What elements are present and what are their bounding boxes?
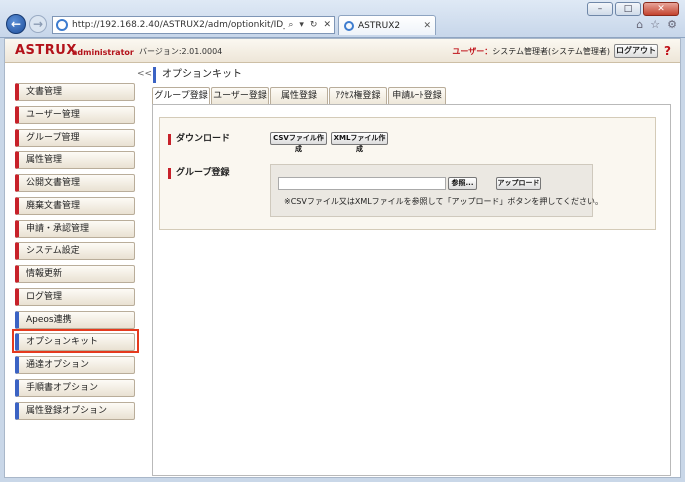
sidebar-item[interactable]: Apeos連携 [15,310,135,329]
collapse-sidebar-icon[interactable]: << [137,69,152,79]
sidebar-item[interactable]: 申請・承認管理 [15,219,135,238]
arrow-right-icon: → [32,17,44,31]
tab-user-register[interactable]: ユーザー登録 [211,87,269,105]
search-icon[interactable]: ⌕ [285,20,296,30]
logo-subtitle: administrator [72,48,134,57]
logo: ASTRUX [15,43,77,58]
sidebar-item[interactable]: 廃棄文書管理 [15,196,135,215]
tab-attribute-register[interactable]: 属性登録 [270,87,328,105]
refresh-icon[interactable]: ↻ [307,20,321,30]
home-icon[interactable]: ⌂ [636,18,643,31]
content-tabs: グループ登録 ユーザー登録 属性登録 ｱｸｾｽ権登録 申請ﾙｰﾄ登録 [152,87,447,106]
download-label: ダウンロード [168,134,230,145]
upload-box: 参照... アップロード ※CSVファイル又はXMLファイルを参照して「アップロ… [270,164,603,217]
user-label: ユーザー： [452,47,493,56]
favorites-icon[interactable]: ☆ [650,18,660,31]
sidebar-item[interactable]: 属性管理 [15,151,135,170]
browser-tools: ⌂ ☆ ⚙ [636,18,677,31]
minimize-button[interactable]: – [587,2,613,16]
tab-title: ASTRUX2 [358,20,401,31]
ie-icon [56,19,68,31]
content-panel: ダウンロード CSVファイル作成 XMLファイル作成 グループ登録 参照... … [152,104,671,476]
csv-create-button[interactable]: CSVファイル作成 [270,132,327,153]
sidebar-item[interactable]: 手順書オプション [15,378,135,397]
sidebar-item[interactable]: グループ管理 [15,128,135,147]
browser-tab[interactable]: ASTRUX2 ✕ [338,15,436,35]
sidebar-item[interactable]: 公開文書管理 [15,174,135,192]
sidebar-item[interactable]: 文書管理 [15,83,135,101]
tab-access-register[interactable]: ｱｸｾｽ権登録 [329,87,387,105]
address-bar[interactable]: http://192.168.2.40/ASTRUX2/adm/optionki… [52,16,335,34]
sidebar: << 文書管理ユーザー管理 グループ管理 属性管理公開文書管理 廃棄文書管理 申請・承認… [11,67,152,475]
gear-icon[interactable]: ⚙ [667,18,677,31]
sidebar-item[interactable]: 情報更新 [15,265,135,283]
xml-create-button[interactable]: XMLファイル作成 [331,132,388,153]
sidebar-item[interactable]: ユーザー管理 [15,105,135,124]
sidebar-item[interactable]: ログ管理 [15,287,135,306]
browse-button[interactable]: 参照... [448,177,477,190]
sidebar-item[interactable]: システム設定 [15,242,135,261]
sidebar-item[interactable]: 通達オプション [15,356,135,374]
tab-route-register[interactable]: 申請ﾙｰﾄ登録 [388,87,446,105]
ie-tab-icon [344,20,354,31]
url-text[interactable]: http://192.168.2.40/ASTRUX2/adm/optionki… [72,20,285,30]
upload-button[interactable]: アップロード [496,177,541,190]
page-title: オプションキット [153,67,242,83]
app-page: ASTRUX administrator バージョン:2.01.0004 ユーザ… [4,38,681,478]
window-controls: – □ ✕ [587,2,679,16]
forward-button[interactable]: → [29,15,47,33]
arrow-left-icon: ← [10,17,22,31]
selected-item-highlight [12,329,139,354]
help-icon[interactable]: ? [660,43,675,59]
file-path-input[interactable] [278,177,446,190]
maximize-button[interactable]: □ [615,2,641,16]
sidebar-item[interactable]: 属性登録オプション [15,401,135,420]
option-form: ダウンロード CSVファイル作成 XMLファイル作成 グループ登録 参照... … [159,117,656,230]
logout-button[interactable]: ログアウト [614,44,658,58]
back-button[interactable]: ← [6,14,26,34]
close-window-button[interactable]: ✕ [643,2,679,16]
group-register-label: グループ登録 [168,168,229,179]
user-info: ユーザー：システム管理者(システム管理者) [452,46,610,57]
dropdown-icon[interactable]: ▾ [296,20,307,30]
version-text: バージョン:2.01.0004 [139,47,223,56]
upload-note: ※CSVファイル又はXMLファイルを参照して「アップロード」ボタンを押してくださ… [284,197,603,206]
close-tab-icon[interactable]: ✕ [423,21,435,31]
user-name: システム管理者(システム管理者) [492,47,610,56]
browser-chrome: – □ ✕ ← → http://192.168.2.40/ASTRUX2/ad… [0,0,685,38]
stop-icon[interactable]: ✕ [320,20,334,30]
app-header: ASTRUX administrator バージョン:2.01.0004 ユーザ… [5,39,680,63]
